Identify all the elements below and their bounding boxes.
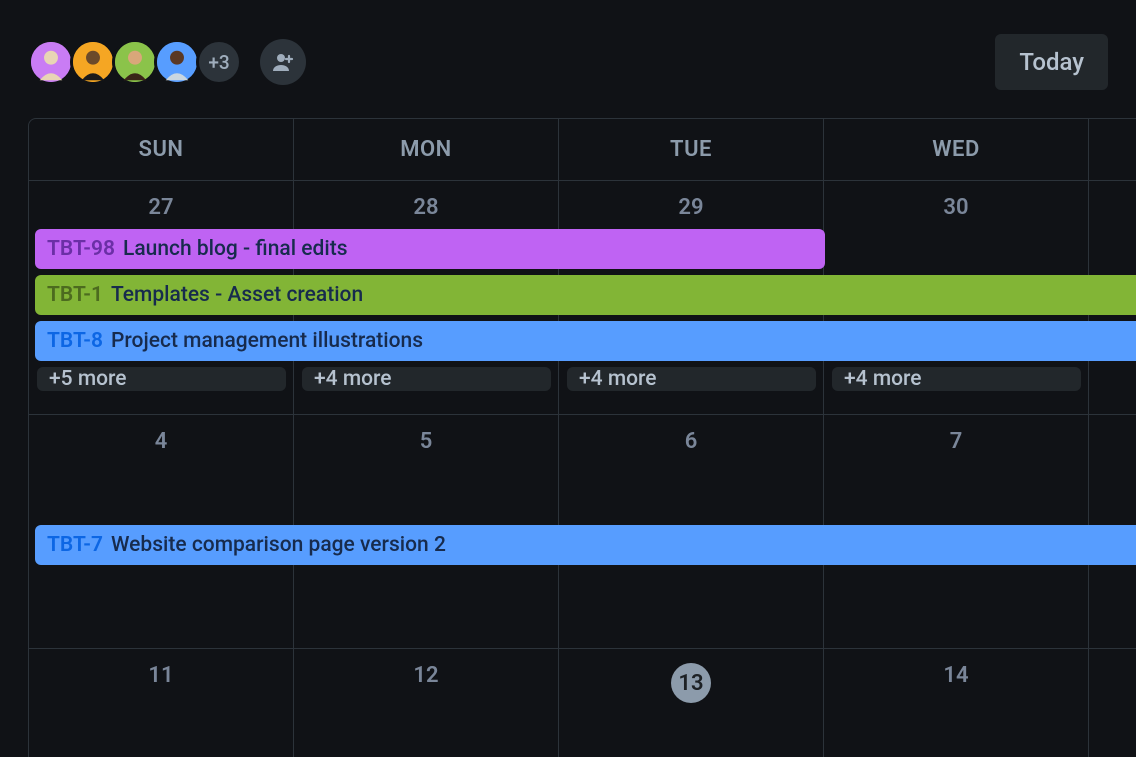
date-number <box>1089 657 1136 671</box>
avatar-user-4[interactable] <box>154 39 200 85</box>
date-number: 4 <box>29 423 293 462</box>
avatar-overflow-count[interactable]: +3 <box>196 39 242 85</box>
event-title: Launch blog - final edits <box>123 237 348 261</box>
date-number: 12 <box>294 657 558 696</box>
event-key: TBT-98 <box>47 237 115 261</box>
week-row-1: 27 28 29 30 TBT-98 Launch blog - final e… <box>29 181 1136 415</box>
more-events-pill[interactable]: +4 more <box>832 367 1081 391</box>
event-bar[interactable]: TBT-8 Project management illustrations <box>35 321 1136 361</box>
calendar-cell[interactable]: 11 <box>29 649 294 757</box>
date-number <box>1089 423 1136 437</box>
date-number: 5 <box>294 423 558 462</box>
calendar-cell[interactable]: 14 <box>824 649 1089 757</box>
date-number: 30 <box>824 189 1088 228</box>
event-bar[interactable]: TBT-98 Launch blog - final edits <box>35 229 825 269</box>
calendar-cell[interactable] <box>1089 649 1136 757</box>
date-number <box>1089 189 1136 203</box>
more-events-pill[interactable]: +4 more <box>567 367 816 391</box>
event-title: Project management illustrations <box>111 329 423 353</box>
day-header-partial <box>1089 119 1136 181</box>
date-number: 29 <box>559 189 823 228</box>
toolbar: +3 Today <box>0 0 1136 118</box>
event-key: TBT-8 <box>47 329 103 353</box>
event-title: Website comparison page version 2 <box>111 533 446 557</box>
date-number: 14 <box>824 657 1088 696</box>
toolbar-left: +3 <box>28 39 306 85</box>
calendar: SUN MON TUE WED 27 28 29 30 TBT-98 Launc… <box>28 118 1136 757</box>
day-header-row: SUN MON TUE WED <box>29 119 1136 181</box>
today-button[interactable]: Today <box>995 34 1108 90</box>
date-number: 7 <box>824 423 1088 462</box>
event-bar[interactable]: TBT-1 Templates - Asset creation <box>35 275 1136 315</box>
event-title: Templates - Asset creation <box>111 283 363 307</box>
avatar-stack[interactable]: +3 <box>28 39 242 85</box>
calendar-cell[interactable]: 13 <box>559 649 824 757</box>
day-header-sun: SUN <box>29 119 294 181</box>
day-header-tue: TUE <box>559 119 824 181</box>
event-key: TBT-7 <box>47 533 103 557</box>
week-row-2: 4 5 6 7 TBT-7 Website comparison page ve… <box>29 415 1136 649</box>
date-number-today: 13 <box>559 657 823 711</box>
more-events-pill[interactable]: +5 more <box>37 367 286 391</box>
date-number: 6 <box>559 423 823 462</box>
avatar-user-1[interactable] <box>28 39 74 85</box>
event-key: TBT-1 <box>47 283 103 307</box>
week-row-3: 11 12 13 14 <box>29 649 1136 757</box>
date-number: 28 <box>294 189 558 228</box>
add-person-button[interactable] <box>260 39 306 85</box>
day-header-mon: MON <box>294 119 559 181</box>
calendar-cell[interactable]: 12 <box>294 649 559 757</box>
date-number: 27 <box>29 189 293 228</box>
avatar-user-3[interactable] <box>112 39 158 85</box>
more-events-pill[interactable]: +4 more <box>302 367 551 391</box>
person-add-icon <box>271 50 295 74</box>
event-bar[interactable]: TBT-7 Website comparison page version 2 <box>35 525 1136 565</box>
avatar-user-2[interactable] <box>70 39 116 85</box>
date-number: 11 <box>29 657 293 696</box>
day-header-wed: WED <box>824 119 1089 181</box>
